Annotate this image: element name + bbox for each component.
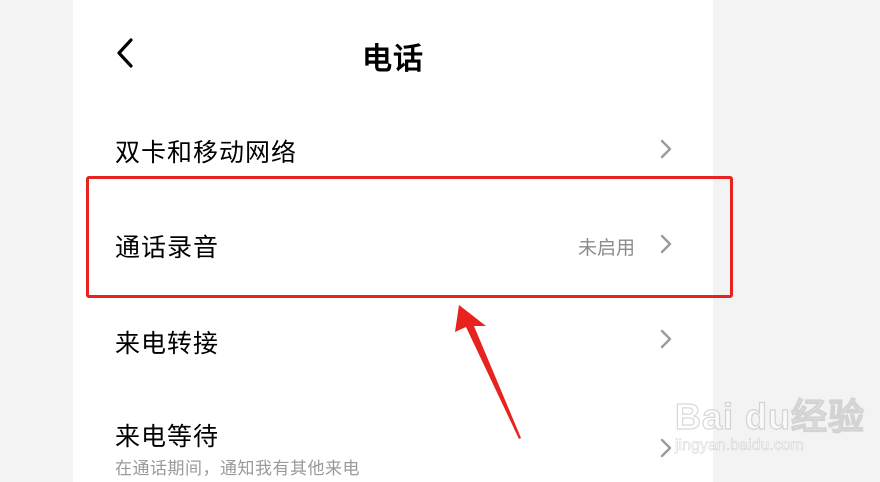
setting-row-call-forwarding[interactable]: 来电转接	[73, 300, 713, 380]
chevron-right-icon	[660, 139, 672, 159]
chevron-right-icon	[660, 234, 672, 254]
watermark-url: jingyan.baidu.com	[675, 437, 805, 455]
chevron-right-icon	[660, 438, 672, 458]
baidu-jingyan-watermark: Bai du经验 jingyan.baidu.com	[674, 385, 875, 465]
setting-row-call-recording[interactable]: 通话录音 未启用	[73, 200, 713, 290]
watermark-logo: Bai du经验	[674, 395, 866, 437]
phone-settings-screen: 电话 双卡和移动网络 通话录音 未启用 来电转接 来电等待 在通话期间，通知我有…	[73, 0, 713, 482]
setting-label: 来电转接	[115, 329, 220, 358]
setting-row-call-waiting[interactable]: 来电等待 在通话期间，通知我有其他来电	[73, 395, 713, 482]
page-title: 电话	[362, 42, 424, 77]
setting-label: 双卡和移动网络	[115, 138, 298, 167]
chevron-right-icon	[660, 329, 672, 349]
header-bar: 电话	[73, 0, 713, 105]
setting-label: 来电等待	[115, 422, 220, 451]
setting-description: 在通话期间，通知我有其他来电	[115, 459, 360, 479]
setting-status: 未启用	[577, 237, 635, 259]
setting-row-dual-sim[interactable]: 双卡和移动网络	[73, 112, 713, 184]
setting-label: 通话录音	[115, 233, 220, 262]
